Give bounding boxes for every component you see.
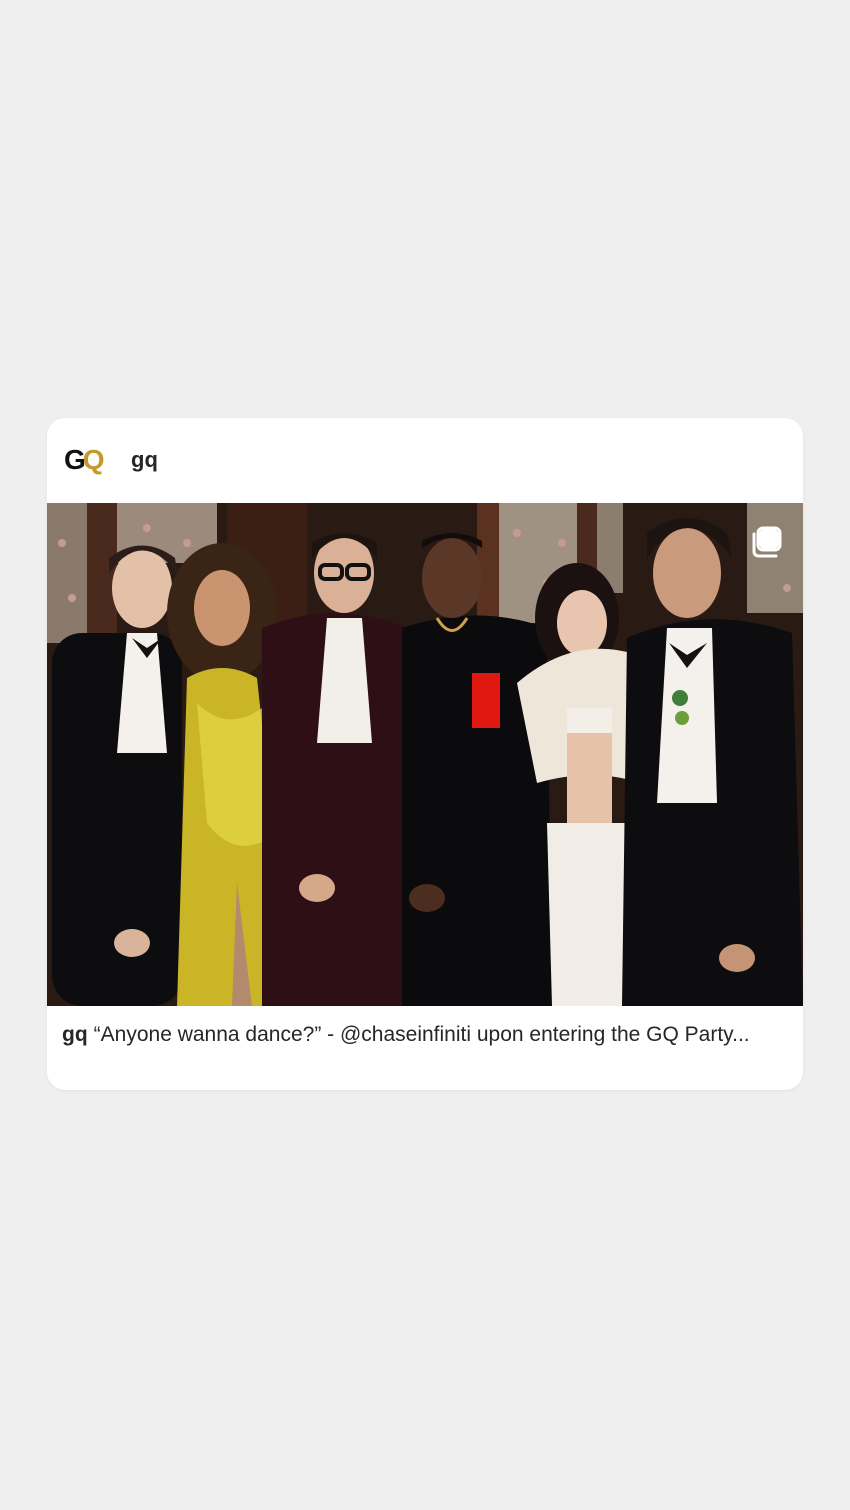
caption-username[interactable]: gq bbox=[62, 1023, 88, 1046]
post-username[interactable]: gq bbox=[131, 446, 158, 474]
avatar-logo-letter-g: G bbox=[64, 444, 86, 475]
party-group-photo-illustration bbox=[47, 503, 803, 1006]
post-header: GQ gq bbox=[47, 418, 803, 503]
gq-logo-avatar[interactable]: GQ bbox=[64, 445, 114, 475]
post-caption: gq “Anyone wanna dance?” - @chaseinfiniti… bbox=[62, 1021, 782, 1048]
multiple-images-icon bbox=[752, 526, 782, 558]
post-card: GQ gq gq “Anyone wanna dance?” - @chasei… bbox=[47, 418, 803, 1090]
caption-text: “Anyone wanna dance?” - @chaseinfiniti u… bbox=[93, 1023, 750, 1046]
avatar-logo-letter-q: Q bbox=[82, 444, 105, 475]
post-photo[interactable] bbox=[47, 503, 803, 1006]
